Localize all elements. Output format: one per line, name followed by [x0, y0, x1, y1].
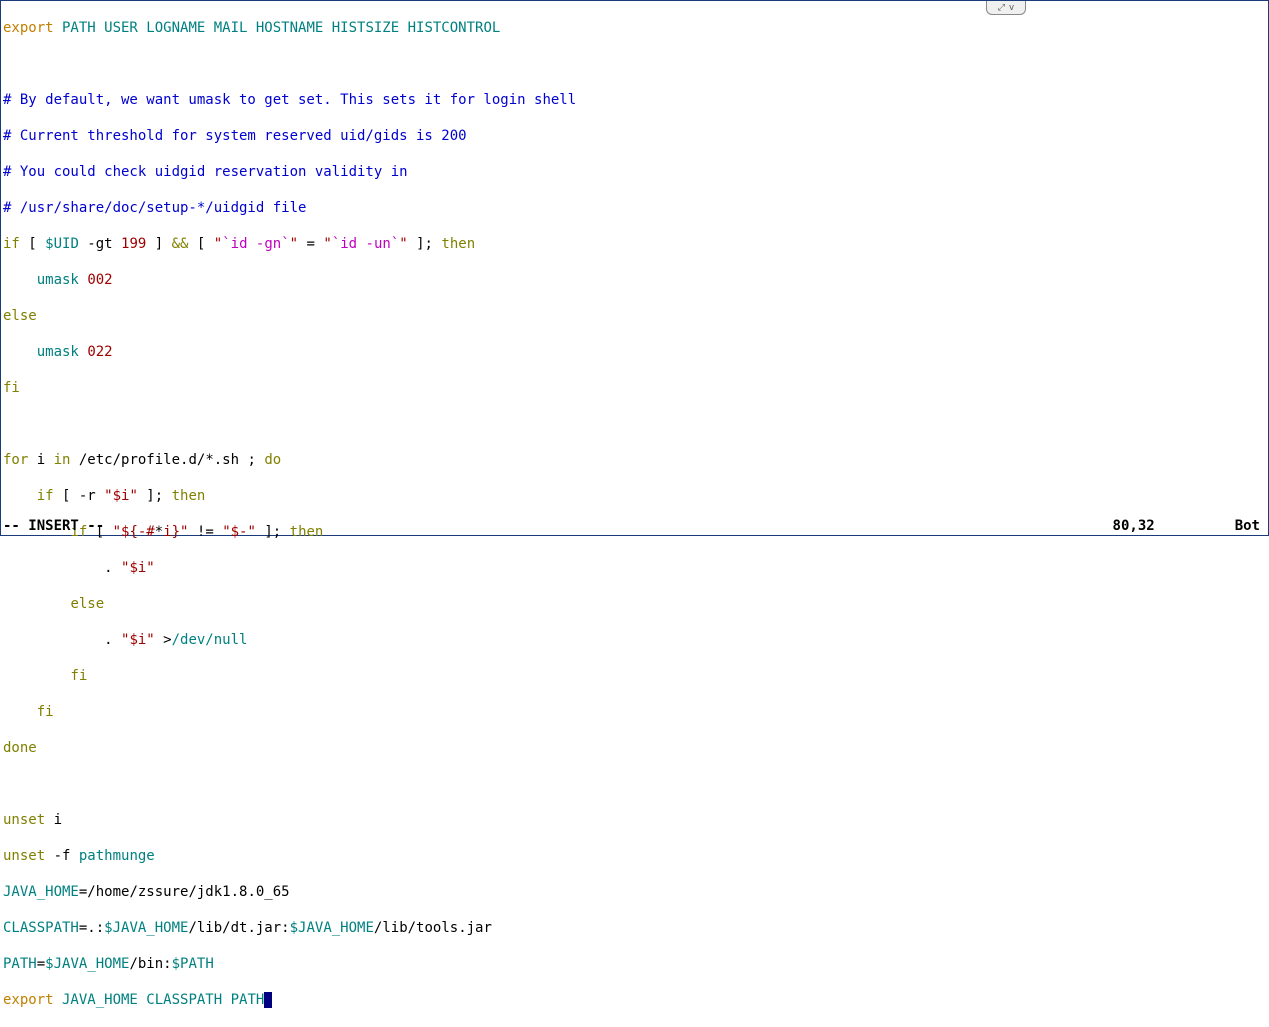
code-line: [3, 775, 1266, 793]
code-line: umask 022: [3, 343, 1266, 361]
code-line: for i in /etc/profile.d/*.sh ; do: [3, 451, 1266, 469]
vim-status-bar: -- INSERT -- 80,32 Bot: [1, 517, 1268, 535]
code-line: . "$i": [3, 559, 1266, 577]
code-line: export PATH USER LOGNAME MAIL HOSTNAME H…: [3, 19, 1266, 37]
expand-icon: ⤢: [998, 0, 1005, 17]
code-line: else: [3, 307, 1266, 325]
code-line: # You could check uidgid reservation val…: [3, 163, 1266, 181]
code-line: # /usr/share/doc/setup-*/uidgid file: [3, 199, 1266, 217]
code-line: if [ $UID -gt 199 ] && [ "`id -gn`" = "`…: [3, 235, 1266, 253]
code-line: fi: [3, 379, 1266, 397]
code-line: PATH=$JAVA_HOME/bin:$PATH: [3, 955, 1266, 973]
code-line: fi: [3, 667, 1266, 685]
code-line: [3, 415, 1266, 433]
code-line: unset -f pathmunge: [3, 847, 1266, 865]
code-line: [3, 55, 1266, 73]
code-line: if [ -r "$i" ]; then: [3, 487, 1266, 505]
code-line: export JAVA_HOME CLASSPATH PATH: [3, 991, 1266, 1009]
vim-mode-indicator: -- INSERT --: [3, 517, 104, 535]
window-control-remnant: ⤢ v: [986, 1, 1026, 15]
code-line: fi: [3, 703, 1266, 721]
code-line: JAVA_HOME=/home/zssure/jdk1.8.0_65: [3, 883, 1266, 901]
code-line: else: [3, 595, 1266, 613]
code-line: # Current threshold for system reserved …: [3, 127, 1266, 145]
code-line: done: [3, 739, 1266, 757]
code-line: umask 002: [3, 271, 1266, 289]
vim-editor-content[interactable]: export PATH USER LOGNAME MAIL HOSTNAME H…: [1, 1, 1268, 1027]
dropdown-icon: v: [1009, 0, 1014, 17]
code-line: . "$i" >/dev/null: [3, 631, 1266, 649]
text-cursor: [264, 992, 272, 1008]
cursor-position: 80,32: [1113, 517, 1235, 535]
code-line: # By default, we want umask to get set. …: [3, 91, 1266, 109]
code-line: CLASSPATH=.:$JAVA_HOME/lib/dt.jar:$JAVA_…: [3, 919, 1266, 937]
scroll-position: Bot: [1235, 517, 1266, 535]
code-line: unset i: [3, 811, 1266, 829]
